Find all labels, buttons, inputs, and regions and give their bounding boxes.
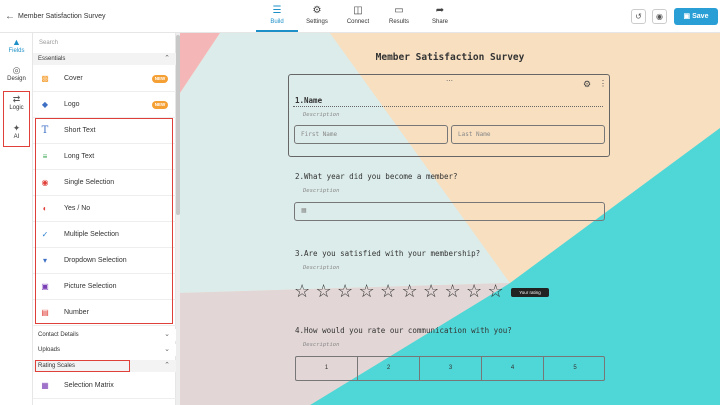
chevron-down-icon: ⌄ (164, 331, 170, 338)
question-label[interactable]: 3.Are you satisfied with your membership… (295, 249, 480, 258)
last-name-field[interactable]: Last Name (451, 125, 605, 144)
title-underline (293, 106, 603, 107)
question-description[interactable]: Description (303, 265, 339, 271)
drag-handle-icon[interactable]: ⋯ (446, 77, 453, 85)
chevron-up-icon: ⌃ (164, 55, 170, 62)
more-vertical-icon[interactable]: ⋮ (599, 79, 607, 88)
star-icon[interactable]: ☆ (294, 282, 310, 300)
scale-option[interactable]: 4 (482, 357, 544, 380)
history-button[interactable]: ↺ (631, 9, 646, 24)
palette-icon: ◎ (12, 65, 21, 75)
tab-build[interactable]: ☰ Build (256, 4, 298, 32)
star-icon[interactable]: ☆ (423, 282, 439, 300)
scale-option[interactable]: 1 (296, 357, 358, 380)
question-description[interactable]: Description (303, 188, 339, 194)
inbox-icon: ▭ (394, 5, 404, 16)
star-icon[interactable]: ☆ (316, 282, 332, 300)
new-badge: NEW (152, 101, 168, 109)
gear-icon[interactable]: ⚙ (583, 79, 591, 90)
section-contact-details[interactable]: Contact Details ⌄ (33, 329, 176, 341)
question-label[interactable]: 2.What year did you become a member? (295, 172, 458, 181)
layers-icon: ☰ (272, 5, 282, 16)
form-name: Member Satisfaction Survey (18, 13, 106, 20)
highlight-box-rail (3, 91, 30, 147)
calendar-icon: ▦ (301, 208, 307, 214)
field-selection-matrix[interactable]: ▦ Selection Matrix (33, 373, 176, 399)
question-description[interactable]: Description (303, 342, 339, 348)
question-label[interactable]: 1.Name (295, 96, 322, 105)
first-name-field[interactable]: First Name (294, 125, 448, 144)
gear-icon: ⚙ (312, 5, 322, 16)
star-icon[interactable]: ☆ (337, 282, 353, 300)
field-cover[interactable]: ▩ Cover NEW (33, 66, 176, 92)
question-description[interactable]: Description (303, 112, 339, 118)
star-icon[interactable]: ☆ (466, 282, 482, 300)
rating-scale: 1 2 3 4 5 (295, 356, 605, 381)
save-button[interactable]: ▣ Save (674, 8, 718, 25)
question-label[interactable]: 4.How would you rate our communication w… (295, 326, 512, 335)
new-badge: NEW (152, 75, 168, 83)
back-arrow-icon[interactable]: ← (5, 11, 15, 22)
section-essentials[interactable]: Essentials ⌃ (33, 53, 176, 65)
star-icon[interactable]: ☆ (380, 282, 396, 300)
scale-option[interactable]: 2 (358, 357, 420, 380)
save-disk-icon: ▣ (683, 13, 691, 20)
tab-settings[interactable]: ⚙ Settings (296, 4, 338, 32)
logo-icon: ◆ (41, 100, 49, 109)
star-icon[interactable]: ☆ (359, 282, 375, 300)
top-bar: ← Member Satisfaction Survey ☰ Build ⚙ S… (0, 0, 720, 33)
chevron-down-icon: ⌄ (164, 346, 170, 353)
matrix-icon: ▦ (41, 381, 49, 390)
rail-item-fields[interactable]: ▲ Fields (0, 37, 33, 54)
preview-eye-button[interactable]: ◉ (652, 9, 667, 24)
tab-share[interactable]: ➦ Share (419, 4, 461, 32)
date-field[interactable]: ▦ (294, 202, 605, 221)
form-canvas: Member Satisfaction Survey ⋯ ⚙ ⋮ 1.Name … (180, 33, 720, 405)
rating-tooltip: Your rating (511, 288, 549, 297)
field-logo[interactable]: ◆ Logo NEW (33, 92, 176, 118)
scale-option[interactable]: 5 (544, 357, 606, 380)
connect-icon: ◫ (353, 5, 363, 16)
star-icon[interactable]: ☆ (445, 282, 461, 300)
left-rail: ▲ Fields ◎ Design ⇄ Logic ✦ AI (0, 33, 33, 405)
form-title: Member Satisfaction Survey (375, 52, 525, 63)
search-input[interactable]: Search (37, 36, 172, 50)
star-icon[interactable]: ☆ (488, 282, 504, 300)
star-icon[interactable]: ☆ (402, 282, 418, 300)
highlight-box-rating (35, 360, 130, 372)
highlight-box-fields (35, 118, 173, 324)
rail-item-design[interactable]: ◎ Design (0, 65, 33, 82)
scale-option[interactable]: 3 (420, 357, 482, 380)
fields-icon: ▲ (12, 37, 21, 47)
tab-connect[interactable]: ◫ Connect (337, 4, 379, 32)
chevron-up-icon: ⌃ (164, 362, 170, 369)
cover-icon: ▩ (41, 74, 49, 83)
share-arrow-icon: ➦ (435, 5, 445, 16)
section-uploads[interactable]: Uploads ⌄ (33, 344, 176, 356)
tab-results[interactable]: ▭ Results (378, 4, 420, 32)
